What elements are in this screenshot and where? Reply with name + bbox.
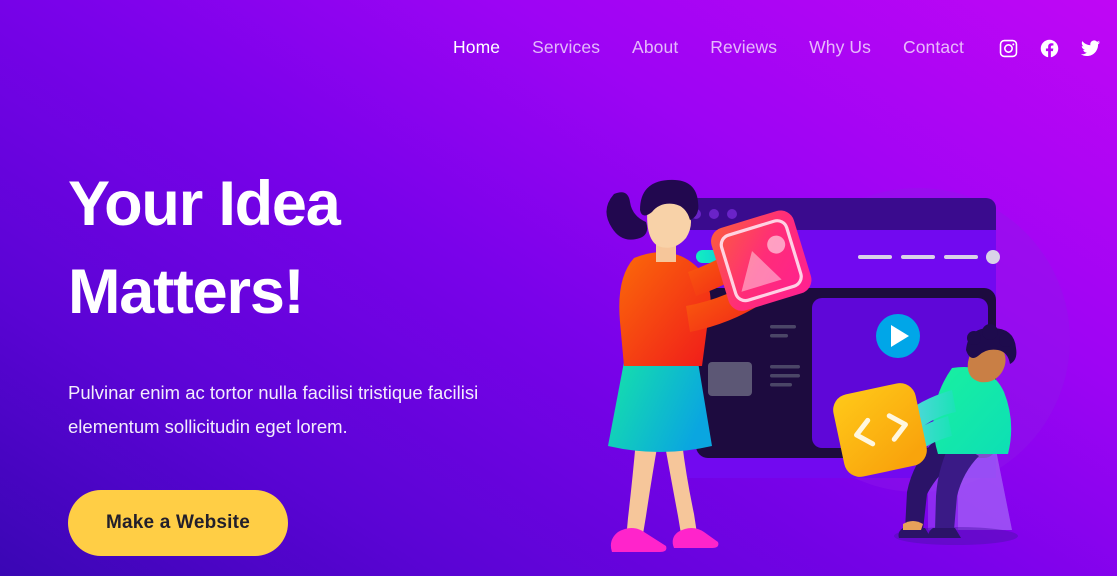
placeholder-block [708,362,752,396]
mock-avatar-dot [986,250,1000,264]
nav-item-contact[interactable]: Contact [887,39,980,57]
nav-item-why-us[interactable]: Why Us [793,39,887,57]
social-links [998,38,1101,59]
site-header: Home Services About Reviews Why Us Conta… [0,0,1117,96]
facebook-icon[interactable] [1039,38,1060,59]
nav-item-services[interactable]: Services [516,39,616,57]
browser-title-bar [676,198,996,230]
instagram-icon[interactable] [998,38,1019,59]
page-title: Your Idea Matters! [68,160,538,336]
woman-shoe-front [672,528,719,548]
mock-nav-dash [944,255,978,259]
headline-line-1: Your Idea [68,169,341,239]
mock-text-line [770,383,792,387]
play-button-icon[interactable] [876,314,920,358]
nav-item-home[interactable]: Home [437,39,516,57]
woman-ponytail [606,192,648,240]
mock-nav-dash [901,255,935,259]
make-a-website-button[interactable]: Make a Website [68,489,288,556]
code-card [833,383,927,477]
mock-text-line [770,365,800,369]
hero-section: Your Idea Matters! Pulvinar enim ac tort… [68,160,538,556]
woman-shoe-back [610,528,667,552]
main-navigation: Home Services About Reviews Why Us Conta… [437,39,980,57]
twitter-icon[interactable] [1080,38,1101,59]
woman-leg-back [626,440,658,540]
nav-item-about[interactable]: About [616,39,694,57]
hero-subtitle: Pulvinar enim ac tortor nulla facilisi t… [68,382,479,437]
woman-skirt [608,362,712,452]
browser-dot [709,209,719,219]
browser-dot [727,209,737,219]
mock-text-line [770,334,788,338]
mock-text-line [770,374,800,378]
nav-item-reviews[interactable]: Reviews [694,39,793,57]
hero-illustration [600,140,1100,560]
headline-line-2: Matters! [68,257,305,328]
mock-nav-dash [858,255,892,259]
mock-text-line [770,325,796,329]
